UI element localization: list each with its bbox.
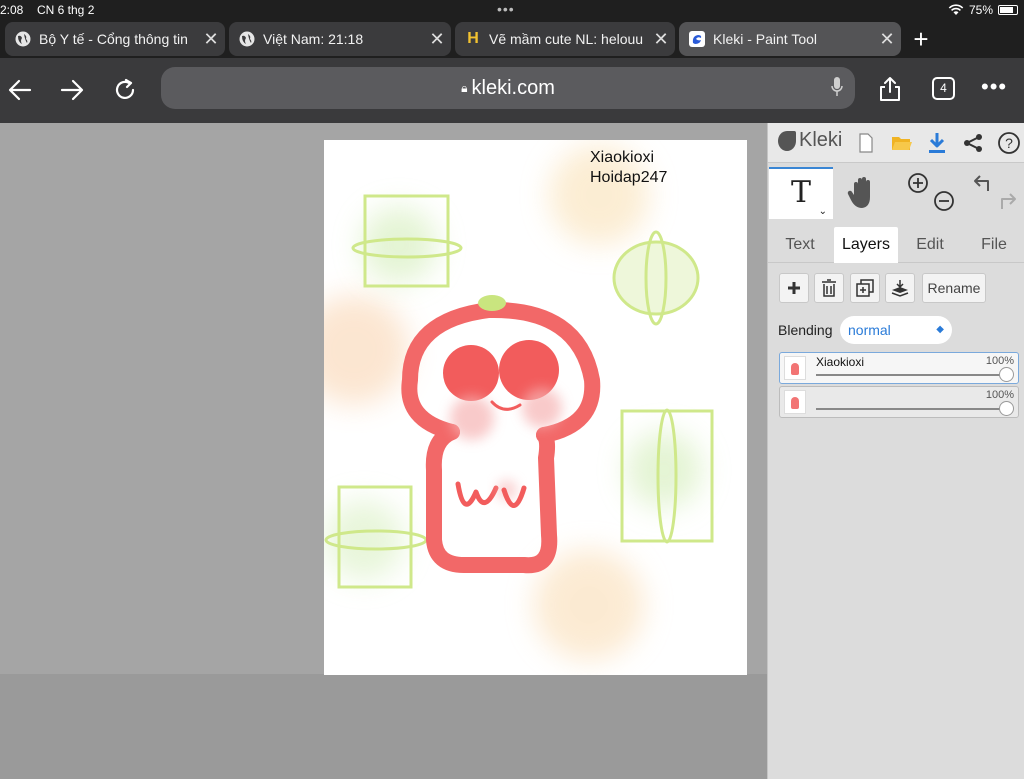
status-time: 2:08 xyxy=(0,3,24,17)
download-icon[interactable] xyxy=(925,131,949,155)
layer-name: Xiaokioxi xyxy=(816,355,865,369)
undo-icon xyxy=(974,175,989,191)
more-options-icon[interactable]: ••• xyxy=(981,74,1007,100)
multitask-dots-icon[interactable]: ••• xyxy=(497,1,515,17)
merge-layer-button[interactable] xyxy=(885,273,915,303)
text-tool-icon: T xyxy=(790,175,811,210)
forward-arrow-icon[interactable] xyxy=(54,72,90,108)
hoidap-favicon-icon: H xyxy=(467,30,479,47)
wifi-icon xyxy=(948,4,964,15)
opacity-slider-track[interactable] xyxy=(816,374,1004,376)
undo-redo-controls xyxy=(970,173,1020,213)
layer-thumbnail xyxy=(784,356,806,380)
duplicate-icon xyxy=(856,279,874,297)
tab-file[interactable]: File xyxy=(964,227,1024,263)
tab-title: Bộ Y tế - Cổng thông tin xyxy=(39,31,188,47)
rename-layer-button[interactable]: Rename xyxy=(922,273,986,303)
hand-tool-icon[interactable] xyxy=(846,175,880,211)
microphone-icon[interactable] xyxy=(831,77,843,97)
merge-down-icon xyxy=(891,280,909,297)
help-icon[interactable]: ? xyxy=(997,131,1021,155)
tab-title: Vẽ mầm cute NL: helouu xyxy=(489,31,644,47)
select-arrows-icon: ◆ xyxy=(936,324,944,335)
zoom-controls xyxy=(906,171,956,215)
new-tab-plus-icon[interactable]: + xyxy=(906,24,936,55)
tab-title: Kleki - Paint Tool xyxy=(713,31,818,47)
opacity-slider-knob[interactable] xyxy=(999,401,1014,416)
layer-opacity: 100% xyxy=(985,389,1014,401)
tab-bo-y-te[interactable]: Bộ Y tế - Cổng thông tin ✕ xyxy=(5,22,225,56)
back-arrow-icon[interactable] xyxy=(2,72,38,108)
panel-header: Kleki ? xyxy=(768,123,1024,163)
duplicate-layer-button[interactable] xyxy=(850,273,880,303)
panel-tabs: Text Layers Edit File xyxy=(768,227,1024,263)
drawing-workspace[interactable]: Xiaokioxi Hoidap247 xyxy=(0,123,767,779)
address-bar[interactable]: 🔒︎ kleki.com xyxy=(161,67,855,109)
status-bar: 2:08 CN 6 thg 2 ••• 75% xyxy=(0,0,1024,22)
blending-value: normal xyxy=(848,322,891,338)
url-text: kleki.com xyxy=(471,76,555,99)
drawing-canvas[interactable]: Xiaokioxi Hoidap247 xyxy=(324,140,747,675)
trash-icon xyxy=(822,279,836,297)
svg-text:?: ? xyxy=(1005,135,1013,151)
tab-viet-nam[interactable]: Việt Nam: 21:18 ✕ xyxy=(229,22,451,56)
status-date: CN 6 thg 2 xyxy=(37,3,95,17)
kleki-logo-icon xyxy=(778,130,796,151)
layer-actions: Rename xyxy=(779,273,1019,305)
zoom-in-icon xyxy=(908,173,928,193)
tab-close-icon[interactable]: ✕ xyxy=(423,29,451,50)
tab-switcher-button[interactable]: 4 xyxy=(932,77,955,100)
layer-opacity: 100% xyxy=(985,355,1014,367)
redo-icon xyxy=(1001,193,1016,209)
tab-text[interactable]: Text xyxy=(770,227,830,263)
share-icon[interactable] xyxy=(872,72,908,108)
delete-layer-button[interactable] xyxy=(814,273,844,303)
browser-tab-bar: Bộ Y tế - Cổng thông tin ✕ Việt Nam: 21:… xyxy=(0,22,1024,58)
layer-item[interactable]: Xiaokioxi 100% xyxy=(779,352,1019,384)
add-layer-button[interactable] xyxy=(779,273,809,303)
blending-select[interactable]: normal ◆ xyxy=(840,316,952,344)
status-right: 75% xyxy=(948,3,1018,17)
text-tool-button[interactable]: T ⌄ xyxy=(769,167,833,219)
new-file-icon[interactable] xyxy=(854,131,878,155)
tool-row: T ⌄ xyxy=(768,165,1024,221)
kleki-favicon-icon xyxy=(689,31,705,47)
tab-ve-mam[interactable]: H Vẽ mầm cute NL: helouu ✕ xyxy=(455,22,675,56)
tab-edit[interactable]: Edit xyxy=(900,227,960,263)
opacity-slider-track[interactable] xyxy=(816,408,1004,410)
canvas-signature: Xiaokioxi Hoidap247 xyxy=(590,148,667,188)
zoom-out-icon xyxy=(934,191,954,211)
tab-layers[interactable]: Layers xyxy=(834,227,898,263)
tab-close-icon[interactable]: ✕ xyxy=(873,29,901,50)
kleki-side-panel: Kleki ? T ⌄ Text Layers Edit File Rename… xyxy=(767,123,1024,779)
opacity-slider-knob[interactable] xyxy=(999,367,1014,382)
chevron-down-icon[interactable]: ⌄ xyxy=(819,207,827,217)
tab-close-icon[interactable]: ✕ xyxy=(197,29,225,50)
browser-toolbar: 🔒︎ kleki.com 4 ••• xyxy=(0,58,1024,123)
globe-icon xyxy=(15,31,31,47)
signature-line-2: Hoidap247 xyxy=(590,169,668,186)
globe-icon xyxy=(239,31,255,47)
tab-close-icon[interactable]: ✕ xyxy=(647,29,675,50)
plus-icon xyxy=(788,282,800,294)
signature-line-1: Xiaokioxi xyxy=(590,149,655,166)
tab-kleki[interactable]: Kleki - Paint Tool ✕ xyxy=(679,22,901,56)
share-nodes-icon[interactable] xyxy=(961,131,985,155)
reload-icon[interactable] xyxy=(107,72,143,108)
kleki-logo[interactable]: Kleki xyxy=(778,129,842,152)
lock-icon: 🔒︎ xyxy=(461,80,468,95)
drawing-artwork xyxy=(324,145,714,660)
tab-title: Việt Nam: 21:18 xyxy=(263,31,364,47)
blending-label: Blending xyxy=(778,322,833,338)
layer-item[interactable]: 100% xyxy=(779,386,1019,418)
battery-icon xyxy=(998,5,1018,15)
kleki-logo-text: Kleki xyxy=(799,129,843,151)
open-folder-icon[interactable] xyxy=(890,131,914,155)
battery-percent: 75% xyxy=(968,3,993,17)
layer-thumbnail xyxy=(784,390,806,414)
